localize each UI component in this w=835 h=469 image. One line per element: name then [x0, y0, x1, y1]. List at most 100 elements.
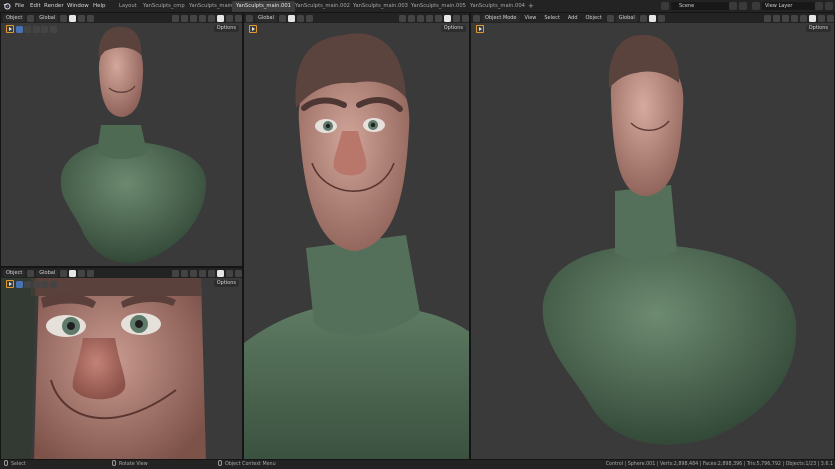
tab-layout[interactable]: Layout — [115, 1, 141, 12]
snap-icon[interactable] — [69, 269, 77, 277]
play-icon[interactable] — [6, 25, 14, 33]
orientation-icon[interactable] — [606, 14, 614, 22]
viewport-right[interactable]: Object Mode View Select Add Object Globa… — [470, 12, 835, 460]
menu-render[interactable]: Render — [44, 0, 64, 12]
falloff-icon[interactable] — [87, 269, 95, 277]
mode-selector[interactable]: Object Mode — [482, 14, 520, 22]
solid-shading-icon[interactable] — [217, 269, 224, 277]
blender-logo-icon[interactable] — [3, 2, 11, 10]
delete-view-layer-icon[interactable] — [825, 2, 833, 10]
overlay-icon[interactable] — [190, 14, 197, 22]
overlay-icon[interactable] — [782, 14, 789, 22]
play-icon[interactable] — [249, 25, 257, 33]
tab-yansculpts-main-005[interactable]: YanSculpts_main.005 — [407, 1, 470, 12]
menu-view[interactable]: View — [522, 15, 540, 21]
new-scene-icon[interactable] — [729, 2, 737, 10]
overlay-icon[interactable] — [417, 14, 424, 22]
rendered-shading-icon[interactable] — [235, 269, 242, 277]
proportional-icon[interactable] — [78, 269, 86, 277]
tab-yansculpts-main-003[interactable]: YanSculpts_main.003 — [349, 1, 412, 12]
snap-icon[interactable] — [648, 14, 656, 22]
menu-select[interactable]: Select — [541, 15, 562, 21]
mode-selector[interactable]: Object — [3, 269, 26, 277]
xray-icon[interactable] — [199, 14, 206, 22]
scene-selector[interactable]: Scene — [671, 2, 734, 10]
options-dropdown[interactable]: Options — [805, 25, 831, 32]
menu-window[interactable]: Window — [67, 0, 89, 12]
new-view-layer-icon[interactable] — [815, 2, 823, 10]
select-invert-icon[interactable] — [41, 25, 48, 33]
material-shading-icon[interactable] — [818, 14, 825, 22]
select-extend-icon[interactable] — [24, 25, 31, 33]
gizmo-icon[interactable] — [773, 14, 780, 22]
play-icon[interactable] — [6, 280, 14, 288]
tab-yansculpts-cmp[interactable]: YanSculpts_cmp — [139, 1, 189, 12]
menu-object[interactable]: Object — [583, 15, 605, 21]
pivot-icon[interactable] — [60, 14, 68, 22]
wireframe-shading-icon[interactable] — [208, 269, 215, 277]
viewport-middle[interactable]: Global Options — [243, 12, 470, 460]
tab-yansculpts-main-002[interactable]: YanSculpts_main.002 — [291, 1, 354, 12]
select-intersect-icon[interactable] — [49, 280, 57, 288]
select-invert-icon[interactable] — [41, 280, 48, 288]
material-shading-icon[interactable] — [453, 14, 460, 22]
mode-selector[interactable]: Object — [3, 14, 26, 22]
wireframe-shading-icon[interactable] — [435, 14, 442, 22]
select-intersect-icon[interactable] — [49, 25, 57, 33]
select-mode-icon[interactable] — [15, 25, 23, 33]
rendered-shading-icon[interactable] — [827, 14, 834, 22]
transform-orientation[interactable]: Global — [36, 269, 59, 277]
pivot-icon[interactable] — [278, 14, 286, 22]
menu-help[interactable]: Help — [93, 0, 106, 12]
overlay-icon[interactable] — [190, 269, 197, 277]
menu-file[interactable]: File — [15, 0, 24, 12]
xray-icon[interactable] — [426, 14, 433, 22]
material-shading-icon[interactable] — [226, 269, 233, 277]
material-shading-icon[interactable] — [226, 14, 233, 22]
solid-shading-icon[interactable] — [444, 14, 451, 22]
proportional-icon[interactable] — [657, 14, 665, 22]
options-dropdown[interactable]: Options — [213, 25, 239, 32]
wireframe-shading-icon[interactable] — [208, 14, 215, 22]
visibility-icon[interactable] — [172, 269, 179, 277]
menu-add[interactable]: Add — [565, 15, 581, 21]
delete-scene-icon[interactable] — [739, 2, 747, 10]
play-icon[interactable] — [476, 25, 484, 33]
tab-yansculpts-main[interactable]: YanSculpts_main — [185, 1, 236, 12]
visibility-icon[interactable] — [399, 14, 406, 22]
orientation-icon[interactable] — [27, 14, 35, 22]
snap-icon[interactable] — [69, 14, 77, 22]
transform-orientation[interactable]: Global — [36, 14, 59, 22]
pivot-icon[interactable] — [60, 269, 68, 277]
falloff-icon[interactable] — [305, 14, 313, 22]
gizmo-icon[interactable] — [408, 14, 415, 22]
editor-type-icon[interactable] — [473, 14, 480, 22]
viewport-bottom-left[interactable]: Object Global Options — [0, 267, 243, 460]
wireframe-shading-icon[interactable] — [800, 14, 807, 22]
menu-edit[interactable]: Edit — [30, 0, 41, 12]
select-extend-icon[interactable] — [24, 280, 31, 288]
xray-icon[interactable] — [199, 269, 206, 277]
options-dropdown[interactable]: Options — [440, 25, 466, 32]
add-workspace-button[interactable]: + — [524, 1, 538, 12]
gizmo-icon[interactable] — [181, 269, 188, 277]
proportional-icon[interactable] — [296, 14, 304, 22]
options-dropdown[interactable]: Options — [213, 280, 239, 287]
select-subtract-icon[interactable] — [32, 280, 40, 288]
visibility-icon[interactable] — [764, 14, 771, 22]
rendered-shading-icon[interactable] — [462, 14, 469, 22]
orientation-icon[interactable] — [246, 14, 253, 22]
visibility-icon[interactable] — [172, 14, 179, 22]
transform-orientation[interactable]: Global — [255, 14, 277, 22]
snap-icon[interactable] — [287, 14, 295, 22]
solid-shading-icon[interactable] — [809, 14, 816, 22]
viewport-top-left[interactable]: Object Global Options — [0, 12, 243, 267]
solid-shading-icon[interactable] — [217, 14, 224, 22]
view-layer-selector[interactable]: View Layer — [762, 2, 815, 10]
select-mode-icon[interactable] — [15, 280, 23, 288]
tab-yansculpts-main-004[interactable]: YanSculpts_main.004 — [466, 1, 529, 12]
transform-orientation[interactable]: Global — [615, 14, 638, 22]
scene-icon[interactable] — [661, 2, 669, 10]
falloff-icon[interactable] — [87, 14, 95, 22]
tab-yansculpts-main-001[interactable]: YanSculpts_main.001 — [232, 1, 295, 12]
